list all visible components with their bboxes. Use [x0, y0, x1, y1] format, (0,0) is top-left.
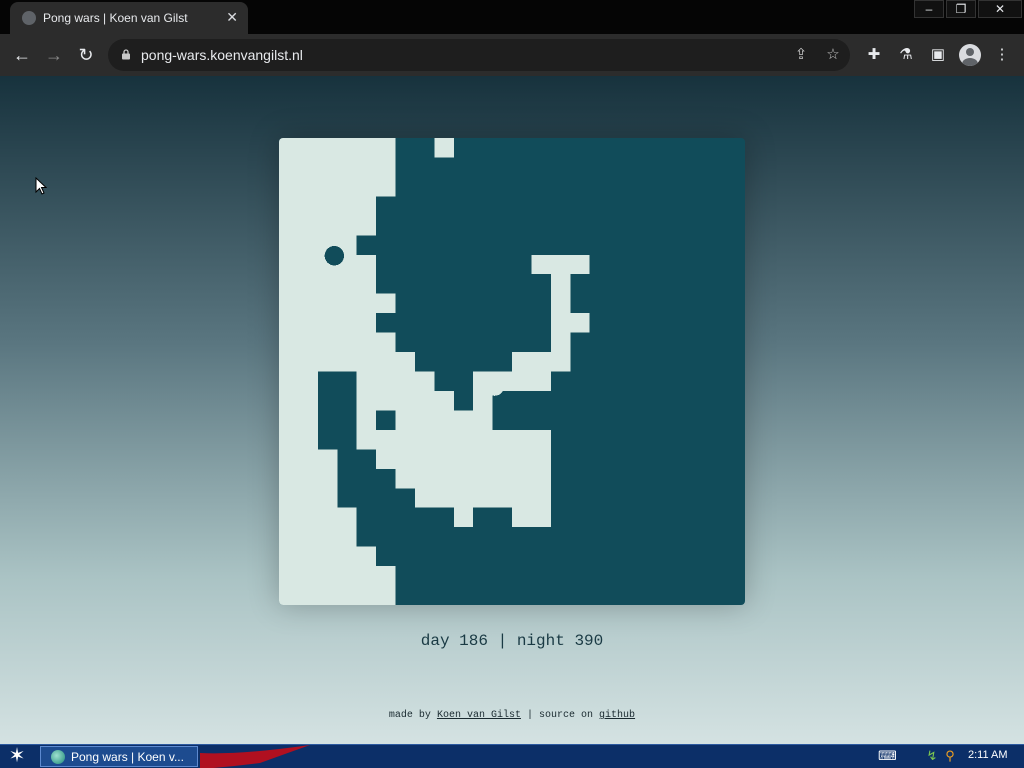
night-score: 390	[574, 632, 604, 650]
taskbar-item-browser[interactable]: Pong wars | Koen v...	[40, 746, 198, 767]
os-taskbar: ✶ Pong wars | Koen v... ⌨ ↯ ⚲ 2:11 AM	[0, 744, 1024, 768]
score-display: day 186 | night 390	[0, 632, 1024, 650]
url-text: pong-wars.koenvangilst.nl	[141, 47, 303, 63]
star-icon[interactable]: ☆	[823, 45, 843, 65]
lock-icon	[122, 49, 130, 60]
night-ball	[324, 245, 345, 266]
share-icon[interactable]: ⇪	[791, 45, 811, 65]
browser-tab[interactable]: Pong wars | Koen van Gilst ✕	[10, 2, 248, 34]
browser-titlebar: Pong wars | Koen van Gilst ✕ – ❐ ✕	[0, 0, 1024, 34]
network-icon[interactable]: ↯	[924, 748, 940, 764]
flask-icon[interactable]: ⚗	[895, 44, 917, 66]
taskbar-item-label: Pong wars | Koen v...	[71, 750, 184, 764]
night-label: night	[516, 632, 565, 650]
window-close-icon[interactable]: ✕	[978, 0, 1022, 18]
search-icon[interactable]: ⚲	[942, 748, 958, 764]
profile-avatar-icon[interactable]	[959, 44, 981, 66]
restore-icon[interactable]: ❐	[946, 0, 976, 18]
made-by-text: made by	[388, 710, 431, 721]
credits-footer: made by Koen van Gilst | source on githu…	[0, 710, 1024, 721]
arrow-left-icon[interactable]: ←	[10, 43, 34, 67]
window-controls: – ❐ ✕	[912, 0, 1022, 18]
day-score: 186	[459, 632, 488, 650]
game-board[interactable]	[279, 138, 745, 605]
reload-icon[interactable]: ↻	[74, 43, 98, 67]
taskbar-decoration	[200, 745, 310, 768]
globe-icon	[22, 11, 36, 25]
footer-separator: |	[526, 710, 533, 721]
keyboard-icon[interactable]: ⌨	[878, 748, 897, 764]
kebab-menu-icon[interactable]: ⋮	[991, 44, 1013, 66]
page-viewport: day 186 | night 390 made by Koen van Gil…	[0, 76, 1024, 744]
taskbar-clock: 2:11 AM	[968, 749, 1008, 761]
tab-title: Pong wars | Koen van Gilst	[43, 11, 188, 25]
score-separator: |	[497, 632, 508, 650]
github-link[interactable]: github	[599, 710, 635, 721]
source-on-text: source on	[539, 710, 594, 721]
day-label: day	[420, 632, 450, 650]
browser-app-icon	[51, 750, 65, 764]
side-panel-icon[interactable]: ▣	[927, 44, 949, 66]
arrow-right-icon[interactable]: →	[42, 43, 66, 67]
minimize-icon[interactable]: –	[914, 0, 944, 18]
address-bar[interactable]: pong-wars.koenvangilst.nl ⇪ ☆	[108, 39, 850, 71]
tab-close-icon[interactable]: ✕	[226, 9, 238, 25]
puzzle-icon[interactable]: ✚	[863, 44, 885, 66]
author-link[interactable]: Koen van Gilst	[437, 710, 521, 721]
day-ball	[484, 376, 505, 396]
start-star-icon[interactable]: ✶	[4, 746, 30, 768]
browser-toolbar: ← → ↻ pong-wars.koenvangilst.nl ⇪ ☆ ✚ ⚗ …	[0, 34, 1024, 76]
mouse-cursor-icon	[35, 177, 47, 195]
